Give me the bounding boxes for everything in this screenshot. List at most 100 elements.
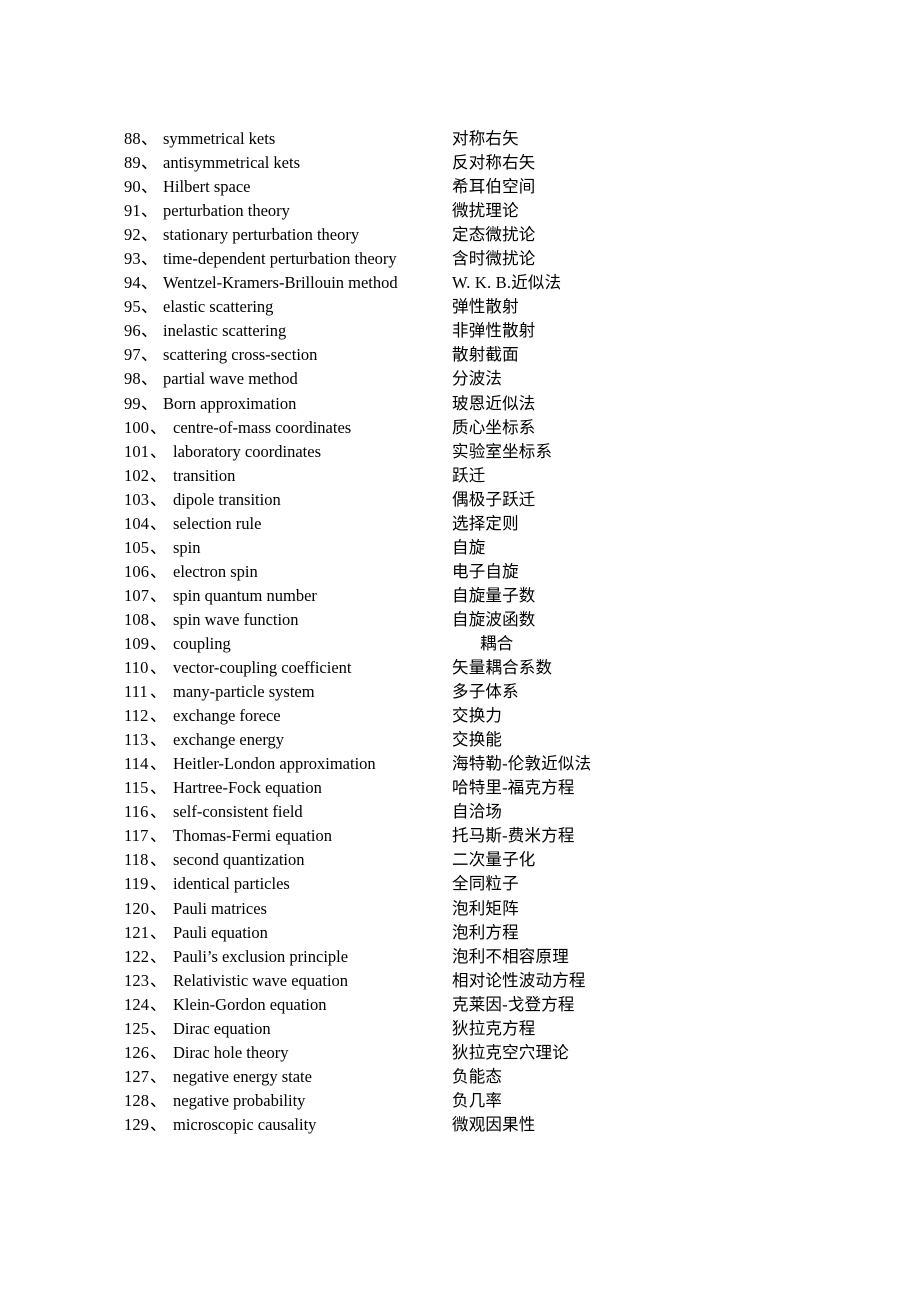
- entry-term-english: Hilbert space: [163, 177, 251, 197]
- entry-term-english: negative energy state: [173, 1066, 312, 1086]
- entry-separator: 、: [150, 826, 167, 846]
- entry-term-chinese: 微观因果性: [452, 1114, 536, 1134]
- entry-term-chinese: 二次量子化: [452, 850, 536, 870]
- entry-term-english: coupling: [173, 633, 231, 653]
- entry-term-english: antisymmetrical kets: [163, 153, 301, 173]
- entry-separator: 、: [150, 1018, 167, 1038]
- entry-term-chinese: 多子体系: [452, 682, 519, 702]
- entry-number: 103: [124, 489, 150, 509]
- entry-number: 120: [124, 898, 150, 918]
- glossary-entry: 128、 negative probability 负几率: [124, 1089, 824, 1113]
- glossary-entry: 124、 Klein-Gordon equation 克莱因-戈登方程: [124, 993, 824, 1017]
- entry-term-english: Klein-Gordon equation: [173, 994, 327, 1014]
- entry-number: 93: [124, 249, 141, 269]
- entry-number: 112: [124, 706, 149, 726]
- entry-term-english: Pauli’s exclusion principle: [173, 946, 349, 966]
- entry-term-chinese: 自旋量子数: [452, 585, 536, 605]
- entry-separator: 、: [150, 441, 167, 461]
- entry-number: 117: [124, 826, 149, 846]
- entry-separator: 、: [141, 177, 158, 197]
- entry-term-chinese: 反对称右矢: [452, 153, 536, 173]
- glossary-entry: 105、 spin 自旋: [124, 536, 824, 560]
- entry-term-english: Dirac hole theory: [173, 1042, 289, 1062]
- entry-number: 97: [124, 345, 141, 365]
- glossary-entry: 98、 partial wave method 分波法: [124, 367, 824, 391]
- entry-number: 121: [124, 922, 150, 942]
- entry-number: 96: [124, 321, 141, 341]
- entry-term-chinese: 自洽场: [452, 802, 503, 822]
- glossary-entry: 112、 exchange forece 交换力: [124, 704, 824, 728]
- glossary-entry: 114、 Heitler-London approximation 海特勒-伦敦近似…: [124, 752, 824, 776]
- glossary-entry: 100、 centre-of-mass coordinates 质心坐标系: [124, 416, 824, 440]
- entry-term-chinese: 狄拉克方程: [452, 1018, 536, 1038]
- entry-term-english: electron spin: [173, 561, 258, 581]
- entry-term-english: time-dependent perturbation theory: [163, 249, 397, 269]
- entry-term-english: spin wave function: [173, 609, 299, 629]
- entry-term-english: microscopic causality: [173, 1114, 317, 1134]
- entry-term-chinese: 选择定则: [452, 513, 519, 533]
- glossary-entry: 101、 laboratory coordinates 实验室坐标系: [124, 440, 824, 464]
- entry-number: 101: [124, 441, 150, 461]
- entry-number: 113: [124, 730, 149, 750]
- glossary-entry: 109、 coupling 耦合: [124, 632, 824, 656]
- entry-separator: 、: [150, 465, 167, 485]
- entry-separator: 、: [150, 585, 167, 605]
- entry-term-english: identical particles: [173, 874, 290, 894]
- entry-term-english: dipole transition: [173, 489, 281, 509]
- glossary-entry: 99、 Born approximation 玻恩近似法: [124, 392, 824, 416]
- entry-number: 102: [124, 465, 150, 485]
- entry-separator: 、: [150, 922, 167, 942]
- entry-separator: 、: [150, 850, 167, 870]
- entry-separator: 、: [141, 393, 158, 413]
- entry-number: 125: [124, 1018, 150, 1038]
- glossary-entry: 95、 elastic scattering 弹性散射: [124, 295, 824, 319]
- entry-term-chinese: 定态微扰论: [452, 225, 536, 245]
- entry-separator: 、: [150, 898, 167, 918]
- glossary-entry: 121、 Pauli equation 泡利方程: [124, 921, 824, 945]
- entry-number: 107: [124, 585, 150, 605]
- entry-number: 127: [124, 1066, 150, 1086]
- entry-separator: 、: [141, 153, 158, 173]
- entry-term-chinese: 对称右矢: [452, 129, 519, 148]
- entry-term-chinese: 相对论性波动方程: [452, 970, 586, 990]
- entry-separator: 、: [150, 1090, 167, 1110]
- entry-separator: 、: [150, 1042, 167, 1062]
- glossary-entry: 97、 scattering cross-section 散射截面: [124, 343, 824, 367]
- entry-number: 92: [124, 225, 141, 245]
- glossary-entry: 116、 self-consistent field 自洽场: [124, 800, 824, 824]
- entry-separator: 、: [150, 946, 167, 966]
- entry-term-english: centre-of-mass coordinates: [173, 417, 352, 437]
- entry-term-english: Hartree-Fock equation: [173, 778, 322, 798]
- glossary-entry: 91、 perturbation theory 微扰理论: [124, 199, 824, 223]
- entry-term-chinese: 弹性散射: [452, 297, 519, 317]
- entry-number: 100: [124, 417, 150, 437]
- glossary-entry: 94、 Wentzel-Kramers-Brillouin method W. K.…: [124, 271, 824, 295]
- entry-separator: 、: [150, 658, 167, 678]
- entry-number: 95: [124, 297, 141, 317]
- entry-term-english: elastic scattering: [163, 297, 274, 317]
- entry-separator: 、: [150, 1066, 167, 1086]
- entry-term-english: many-particle system: [173, 682, 315, 702]
- entry-term-chinese: 哈特里-福克方程: [452, 778, 575, 798]
- glossary-entry: 89、 antisymmetrical kets 反对称右矢: [124, 151, 824, 175]
- entry-term-english: symmetrical kets: [163, 129, 276, 148]
- entry-number: 128: [124, 1090, 150, 1110]
- entry-term-chinese: 交换力: [452, 706, 503, 726]
- document-page: 88、 symmetrical kets 对称右矢 89、 antisymmetrica…: [0, 0, 920, 1300]
- entry-number: 114: [124, 754, 149, 774]
- entry-term-chinese: 海特勒-伦敦近似法: [452, 754, 592, 774]
- entry-number: 109: [124, 633, 150, 653]
- entry-separator: 、: [150, 489, 167, 509]
- entry-term-english: negative probability: [173, 1090, 306, 1110]
- entry-term-english: vector-coupling coefficient: [173, 658, 352, 678]
- glossary-entry: 113、 exchange energy 交换能: [124, 728, 824, 752]
- entry-term-english: stationary perturbation theory: [163, 225, 360, 245]
- entry-term-english: Thomas-Fermi equation: [173, 826, 333, 846]
- entry-number: 108: [124, 609, 150, 629]
- entry-term-chinese: W. K. B.近似法: [452, 273, 562, 293]
- entry-number: 115: [124, 778, 149, 798]
- entry-term-chinese: 含时微扰论: [452, 249, 536, 269]
- entry-term-chinese: 自旋波函数: [452, 609, 536, 629]
- entry-number: 116: [124, 802, 149, 822]
- entry-separator: 、: [150, 754, 167, 774]
